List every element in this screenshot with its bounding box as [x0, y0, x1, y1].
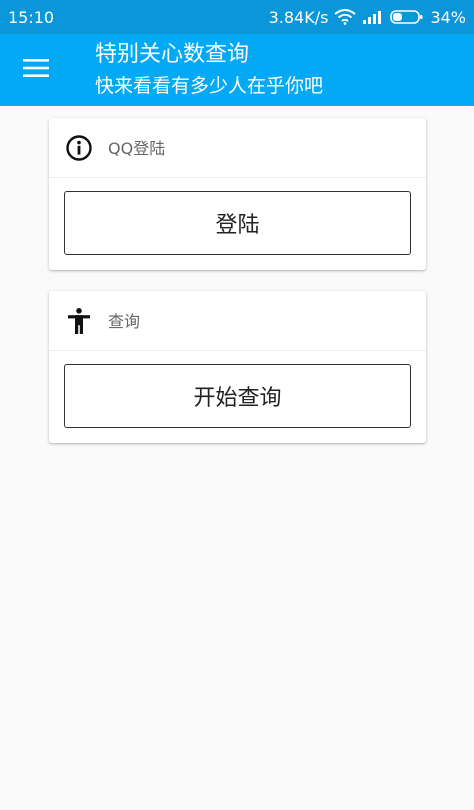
query-card-title: 查询	[108, 312, 141, 331]
query-card-header: 查询	[49, 291, 426, 351]
login-card-header: QQ登陆	[49, 118, 426, 178]
menu-button[interactable]	[16, 52, 56, 88]
app-subtitle: 快来看看有多少人在乎你吧	[95, 75, 324, 97]
login-card-title: QQ登陆	[108, 139, 166, 158]
battery-percent: 34%	[430, 7, 466, 27]
battery-icon	[390, 9, 424, 25]
wifi-icon	[334, 9, 357, 25]
status-bar: 15:10 3.84K/s 34%	[0, 0, 474, 34]
login-card: QQ登陆 登陆	[49, 118, 426, 270]
query-card: 查询 开始查询	[49, 291, 426, 443]
login-button[interactable]: 登陆	[64, 191, 411, 255]
info-icon	[65, 134, 93, 162]
app-title: 特别关心数查询	[95, 42, 250, 67]
signal-icon	[362, 10, 384, 24]
status-time: 15:10	[8, 7, 55, 27]
accessibility-icon	[65, 307, 93, 335]
start-query-button[interactable]: 开始查询	[64, 364, 411, 428]
network-speed: 3.84K/s	[268, 7, 329, 27]
app-bar: 特别关心数查询 快来看看有多少人在乎你吧	[0, 34, 474, 106]
menu-icon	[23, 58, 49, 82]
